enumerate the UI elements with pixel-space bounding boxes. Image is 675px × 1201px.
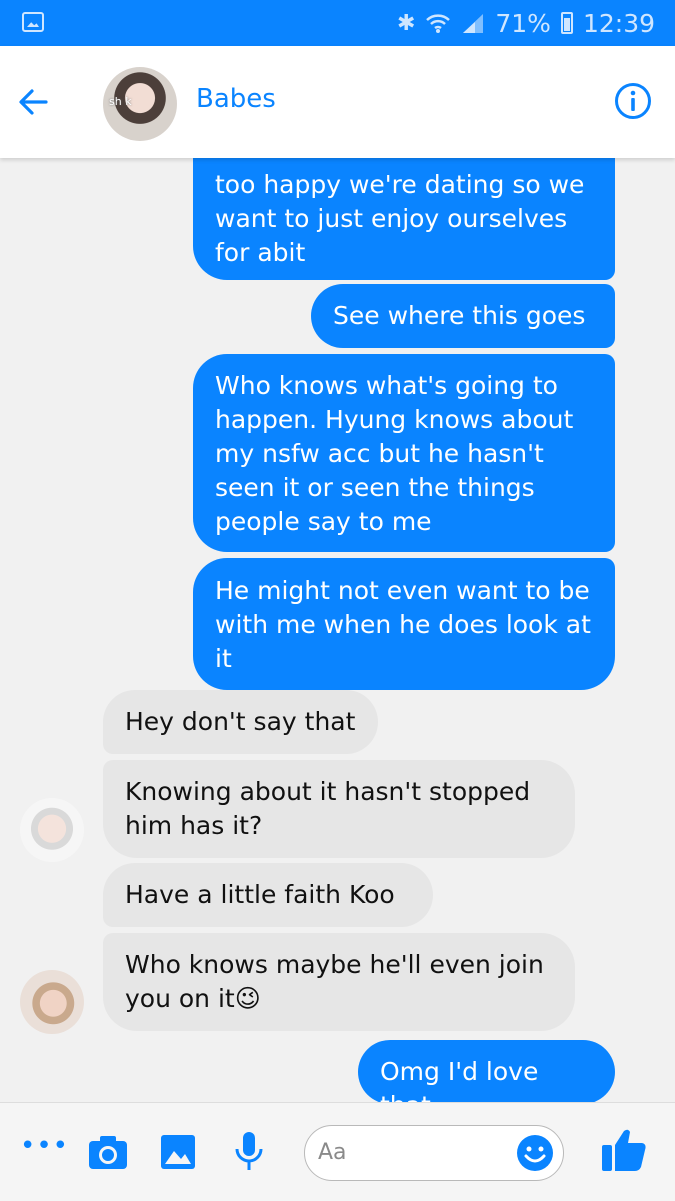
battery-percent: 71% (495, 8, 551, 38)
message-composer: ••• Aa (0, 1102, 675, 1201)
message-bubble-outgoing[interactable]: See where this goes (311, 284, 615, 348)
bluetooth-icon: ✱ (396, 10, 416, 36)
status-bar: ✱ 71% 12:39 (0, 0, 675, 46)
message-input[interactable]: Aa (304, 1125, 564, 1181)
image-icon[interactable] (160, 1134, 196, 1170)
conversation-header: sh k Babes (0, 46, 675, 158)
sender-avatar[interactable] (20, 970, 84, 1034)
status-icons: ✱ 71% 12:39 (397, 8, 655, 38)
camera-icon[interactable] (88, 1135, 128, 1171)
message-bubble-outgoing[interactable]: He might not even want to be with me whe… (193, 558, 615, 690)
info-icon[interactable] (614, 82, 652, 120)
signal-icon (463, 14, 484, 33)
message-bubble-incoming[interactable]: Hey don't say that (103, 690, 378, 754)
back-arrow-icon[interactable] (14, 82, 54, 122)
sender-avatar[interactable] (20, 798, 84, 862)
thumbs-up-icon[interactable] (600, 1127, 648, 1173)
message-input-placeholder: Aa (318, 1140, 347, 1165)
message-thread[interactable]: too happy we're dating so we want to jus… (0, 158, 675, 1102)
clock: 12:39 (582, 8, 655, 38)
message-bubble-incoming[interactable]: Have a little faith Koo (103, 863, 433, 927)
battery-icon (560, 12, 573, 34)
contact-avatar[interactable]: sh k (103, 67, 177, 141)
microphone-icon[interactable] (234, 1131, 264, 1173)
contact-name[interactable]: Babes (196, 84, 276, 114)
gallery-notification-icon (22, 12, 44, 32)
message-bubble-outgoing[interactable]: Omg I'd love that (358, 1040, 615, 1102)
wifi-icon (426, 14, 451, 33)
message-bubble-outgoing[interactable]: Who knows what's going to happen. Hyung … (193, 354, 615, 552)
more-icon[interactable]: ••• (20, 1131, 69, 1161)
emoji-icon[interactable] (515, 1133, 555, 1173)
message-bubble-incoming[interactable]: Who knows maybe he'll even join you on i… (103, 933, 575, 1031)
message-bubble-outgoing[interactable]: too happy we're dating so we want to jus… (193, 158, 615, 280)
avatar-sticker-text: sh k (109, 95, 132, 108)
message-bubble-incoming[interactable]: Knowing about it hasn't stopped him has … (103, 760, 575, 858)
